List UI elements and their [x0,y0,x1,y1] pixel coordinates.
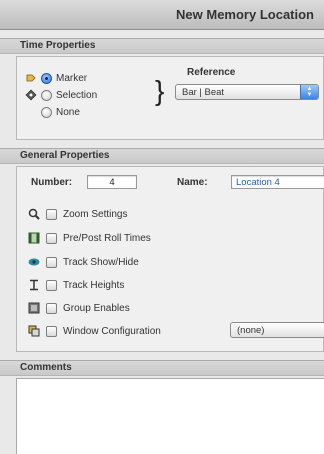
group-enables-row[interactable]: Group Enables [28,300,130,316]
track-height-icon [28,279,40,291]
marker-radio-button[interactable] [41,72,52,84]
window-config-label: Window Configuration [63,325,161,337]
zoom-settings-label: Zoom Settings [63,208,128,220]
group-icon [28,302,40,314]
comments-textarea[interactable] [16,378,324,454]
none-radio-button[interactable] [41,106,52,118]
pre-post-roll-row[interactable]: Pre/Post Roll Times [28,230,151,246]
name-field[interactable]: Location 4 [231,175,324,189]
reference-value: Bar | Beat [182,86,225,98]
reference-label: Reference [187,67,236,78]
time-properties-header: Time Properties [0,38,324,54]
radio-marker[interactable]: Marker [25,71,87,85]
track-show-hide-row[interactable]: Track Show/Hide [28,254,139,270]
none-label: None [56,106,80,118]
track-show-hide-label: Track Show/Hide [63,256,139,268]
selection-label: Selection [56,89,98,101]
magnifier-icon [28,208,40,220]
pre-post-roll-checkbox[interactable] [46,232,57,244]
group-enables-checkbox[interactable] [46,302,57,314]
window-config-value: (none) [237,324,265,336]
comments-header: Comments [0,360,324,376]
zoom-settings-checkbox[interactable] [46,208,57,220]
pre-post-roll-label: Pre/Post Roll Times [63,232,151,244]
window-config-select[interactable]: (none) [230,322,324,338]
window-title: New Memory Location [176,7,314,22]
select-arrows-icon: ▲ ▼ [300,85,318,99]
general-properties-header: General Properties [0,148,324,164]
track-show-hide-checkbox[interactable] [46,256,57,268]
reference-select[interactable]: Bar | Beat ▲ ▼ [175,84,319,100]
selection-radio-button[interactable] [41,89,52,101]
track-heights-row[interactable]: Track Heights [28,277,124,293]
eye-icon [28,256,40,268]
zoom-settings-row[interactable]: Zoom Settings [28,206,127,222]
window-config-row[interactable]: Window Configuration [28,323,161,339]
marker-label: Marker [56,72,88,84]
title-bar: New Memory Location [0,0,324,30]
pre-post-roll-icon [28,232,40,244]
marker-icon [25,72,37,84]
track-heights-label: Track Heights [63,279,125,291]
window-config-icon [28,325,40,337]
number-field[interactable]: 4 [87,175,137,189]
name-label: Name: [177,177,208,188]
selection-icon [25,89,37,101]
radio-none[interactable]: None [41,105,80,119]
group-enables-label: Group Enables [63,302,130,314]
brace-divider: } [155,75,165,106]
window-config-checkbox[interactable] [46,325,57,337]
number-label: Number: [31,177,73,188]
track-heights-checkbox[interactable] [46,279,57,291]
radio-selection[interactable]: Selection [25,88,97,102]
time-properties-panel: Marker Selection None } Reference Bar | … [16,56,324,140]
